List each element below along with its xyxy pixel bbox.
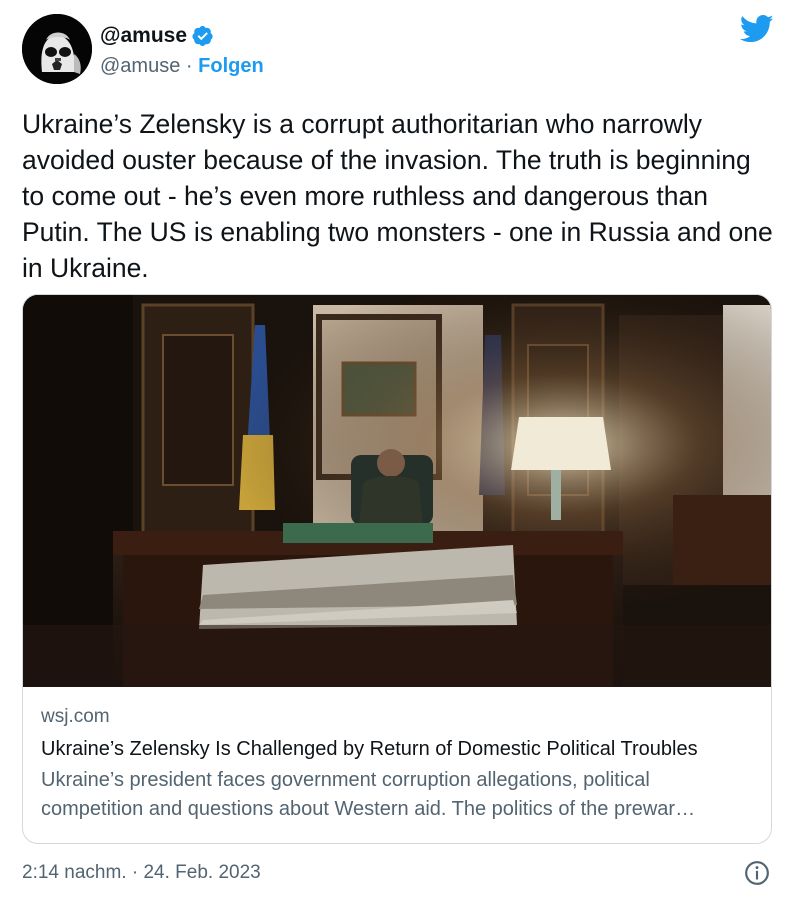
twitter-bird-icon[interactable] xyxy=(740,14,774,44)
card-meta: wsj.com Ukraine’s Zelensky Is Challenged… xyxy=(41,703,755,824)
handle[interactable]: @amuse xyxy=(100,55,180,77)
card-domain: wsj.com xyxy=(41,706,110,727)
handle-separator: · xyxy=(185,55,193,77)
timestamp[interactable]: 2:14 nachm. · 24. Feb. 2023 xyxy=(22,862,261,883)
name-row: @amuse xyxy=(100,24,214,48)
tweet-text: Ukraine’s Zelensky is a corrupt authorit… xyxy=(22,109,773,283)
link-card[interactable]: wsj.com Ukraine’s Zelensky Is Challenged… xyxy=(22,294,772,844)
tweet-footer: 2:14 nachm. · 24. Feb. 2023 xyxy=(22,858,774,888)
avatar[interactable] xyxy=(22,14,92,84)
card-title[interactable]: Ukraine’s Zelensky Is Challenged by Retu… xyxy=(41,734,755,764)
office-photo xyxy=(23,295,771,687)
info-icon[interactable] xyxy=(744,860,770,886)
handle-row: @amuse · Folgen xyxy=(100,55,264,78)
verified-badge-icon xyxy=(192,25,213,46)
follow-button[interactable]: Folgen xyxy=(198,55,264,77)
tweet-header: @amuse @amuse · Folgen xyxy=(22,14,774,86)
stormtrooper-avatar-image xyxy=(22,14,92,84)
display-name[interactable]: @amuse xyxy=(100,24,187,48)
card-description: Ukraine’s president faces government cor… xyxy=(41,769,696,820)
card-image xyxy=(23,295,771,687)
